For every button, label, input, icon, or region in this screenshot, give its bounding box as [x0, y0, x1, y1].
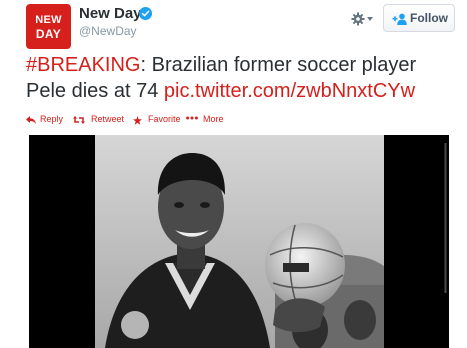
retweet-button[interactable]: Retweet [73, 113, 129, 127]
display-name[interactable]: New Day [79, 5, 142, 22]
more-button[interactable]: More [186, 113, 228, 127]
favorite-button[interactable]: Favorite [133, 113, 189, 127]
reply-button[interactable]: Reply [26, 113, 71, 127]
avatar-text-day: DAY [35, 27, 62, 41]
retweet-label: Retweet [91, 114, 125, 124]
pele-photo [95, 135, 384, 348]
tweet-text: #BREAKING: Brazilian former soccer playe… [26, 52, 456, 104]
settings-menu-button[interactable] [349, 10, 377, 30]
hashtag-link[interactable]: #BREAKING [26, 54, 140, 76]
username-handle[interactable]: @NewDay [79, 24, 137, 38]
star-icon [133, 116, 142, 125]
tweet-media[interactable] [29, 135, 449, 348]
more-label: More [203, 114, 224, 124]
follow-label: Follow [410, 11, 448, 25]
gear-icon [351, 12, 365, 26]
tweet-card: NEW DAY New Day @NewDay Follow #BREAKING… [0, 0, 467, 348]
favorite-label: Favorite [148, 114, 181, 124]
chevron-down-icon [367, 17, 373, 21]
follow-button[interactable]: Follow [383, 4, 455, 32]
reply-icon [26, 116, 36, 124]
verified-badge-icon [139, 7, 152, 20]
avatar[interactable]: NEW DAY [26, 4, 71, 49]
reply-label: Reply [40, 114, 64, 124]
more-dots-icon [186, 116, 198, 120]
media-link[interactable]: pic.twitter.com/zwbNnxtCYw [164, 80, 415, 102]
avatar-text-new: NEW [35, 14, 62, 26]
retweet-icon [73, 116, 85, 124]
add-user-icon [392, 13, 407, 25]
photo-credit-watermark [444, 143, 447, 293]
